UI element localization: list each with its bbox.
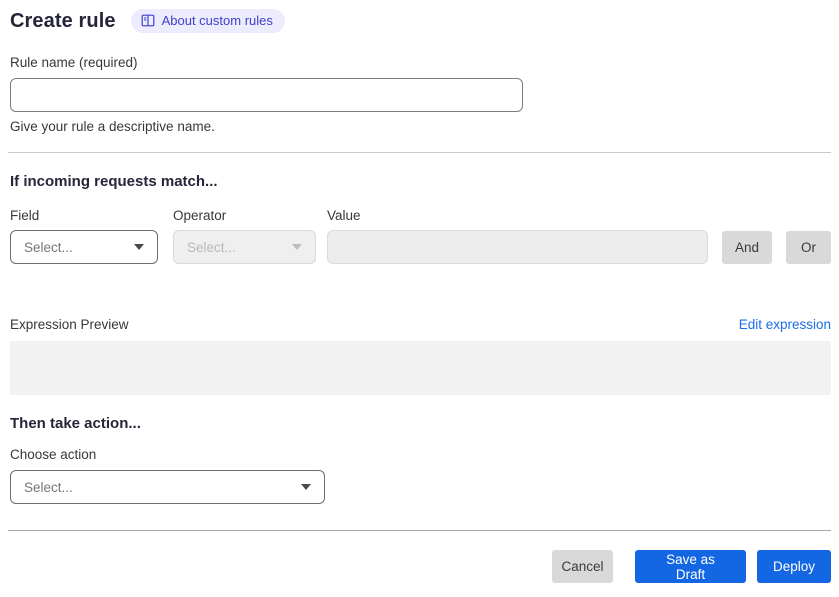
create-rule-page: Create rule About custom rules Rule name… (0, 0, 839, 597)
chevron-down-icon (292, 244, 302, 250)
page-header: Create rule About custom rules (10, 8, 831, 34)
choose-action-select-value: Select... (24, 479, 73, 495)
expression-builder-row: Field Select... Operator Select... Value… (10, 208, 831, 264)
section-divider-top (8, 152, 831, 153)
value-label: Value (327, 208, 361, 223)
rule-name-block: Rule name (required) Give your rule a de… (10, 55, 831, 134)
expression-preview-box (10, 341, 831, 395)
field-select-value: Select... (24, 239, 73, 255)
about-custom-rules-badge[interactable]: About custom rules (130, 9, 285, 33)
footer-actions: Cancel Save as Draft Deploy (10, 550, 831, 583)
cancel-button[interactable]: Cancel (552, 550, 613, 583)
operator-select: Select... (173, 230, 316, 264)
section-divider-bottom (8, 530, 831, 531)
about-badge-label: About custom rules (161, 13, 273, 28)
value-input (327, 230, 708, 264)
value-column: Value (327, 208, 708, 264)
operator-column: Operator Select... (173, 208, 316, 264)
chevron-down-icon (134, 244, 144, 250)
choose-action-label: Choose action (10, 447, 97, 462)
or-button[interactable]: Or (786, 231, 831, 264)
rule-name-help: Give your rule a descriptive name. (10, 119, 215, 134)
book-icon (141, 14, 155, 27)
and-button[interactable]: And (722, 231, 772, 264)
field-select[interactable]: Select... (10, 230, 158, 264)
page-title: Create rule (10, 9, 116, 32)
field-label: Field (10, 208, 40, 223)
deploy-button[interactable]: Deploy (757, 550, 831, 583)
rule-name-input[interactable] (10, 78, 523, 112)
operator-label: Operator (173, 208, 227, 223)
expression-preview-label: Expression Preview (10, 317, 129, 332)
choose-action-select[interactable]: Select... (10, 470, 325, 504)
rule-name-label: Rule name (required) (10, 55, 138, 70)
action-section-heading: Then take action... (10, 415, 141, 432)
chevron-down-icon (301, 484, 311, 490)
edit-expression-link[interactable]: Edit expression (739, 317, 831, 332)
match-section-heading: If incoming requests match... (10, 173, 218, 190)
field-column: Field Select... (10, 208, 158, 264)
expression-preview-row: Expression Preview Edit expression (10, 317, 831, 332)
save-as-draft-button[interactable]: Save as Draft (635, 550, 746, 583)
operator-select-value: Select... (187, 239, 236, 255)
